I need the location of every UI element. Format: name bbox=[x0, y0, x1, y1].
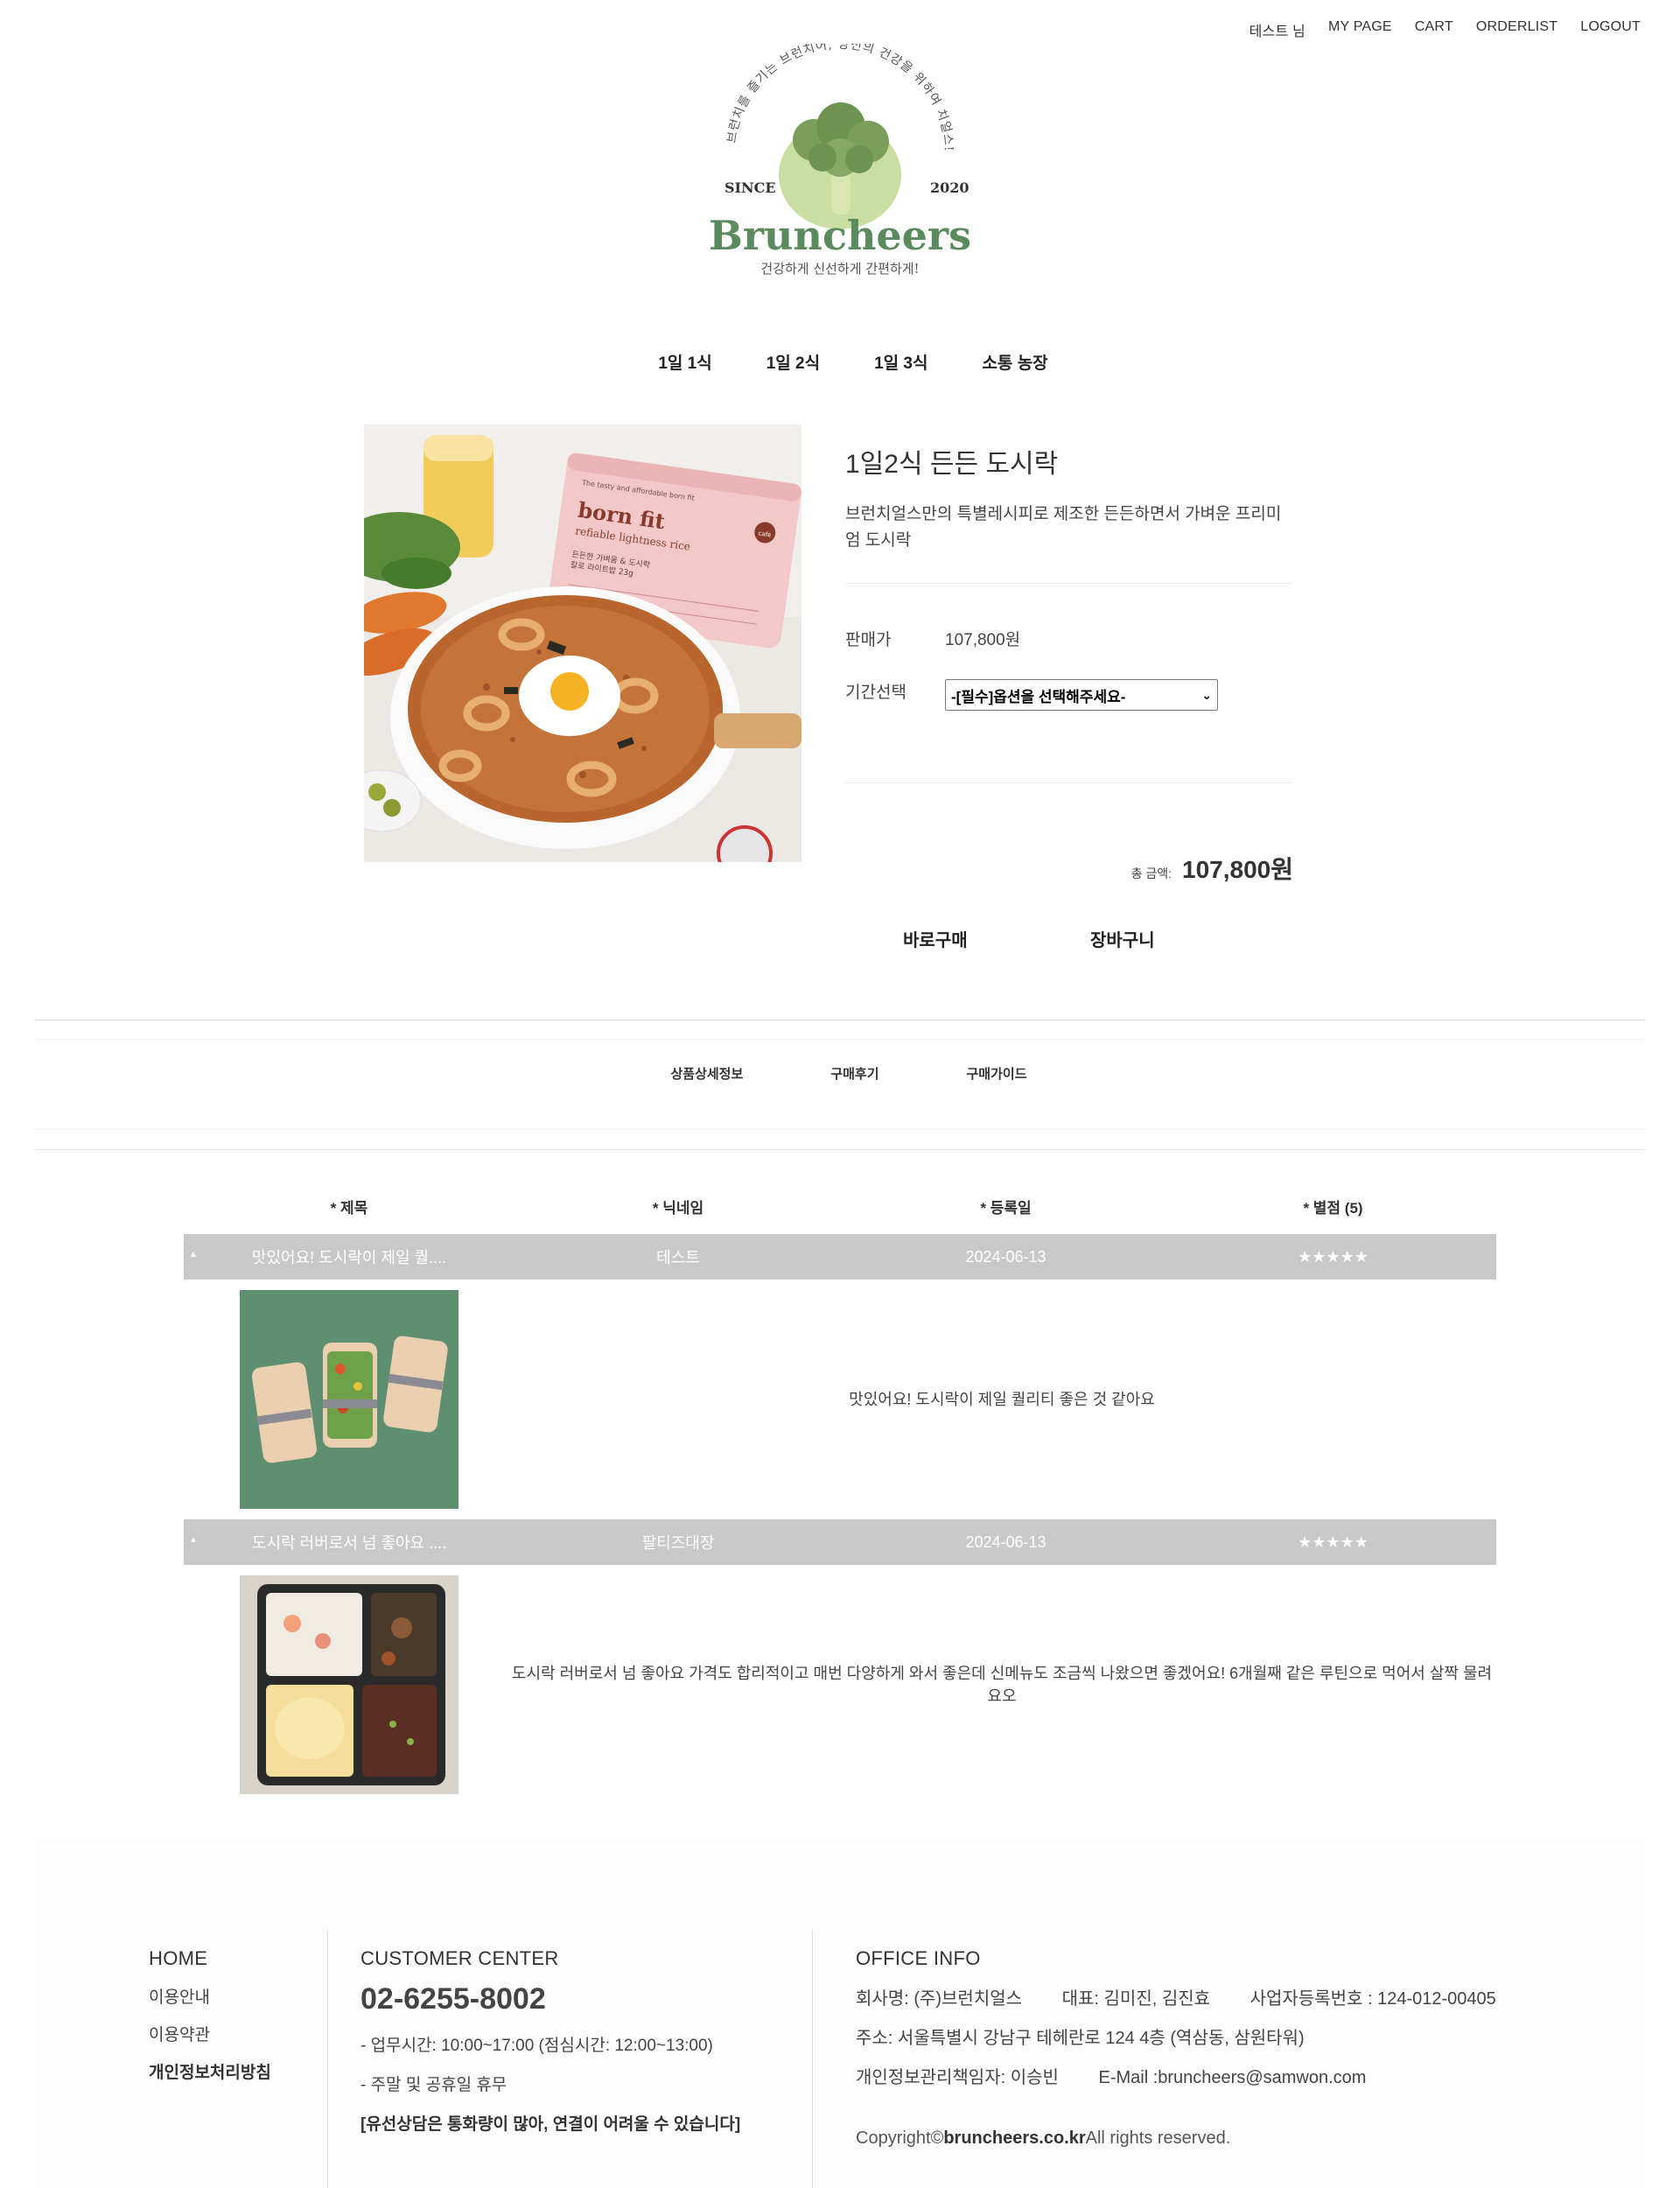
footer-email: E-Mail :bruncheers@samwon.com bbox=[1098, 2068, 1367, 2087]
divider bbox=[35, 1149, 1645, 1150]
price-value: 107,800원 bbox=[945, 631, 1021, 649]
logo-since: SINCE bbox=[724, 179, 776, 196]
header-title: * 제목 bbox=[330, 1200, 368, 1217]
footer-office-contact-line: 개인정보관리책임자: 이승빈 E-Mail :bruncheers@samwon… bbox=[856, 2063, 1531, 2088]
brand-logo[interactable]: 브런치를 즐기는 브런치어, 당신의 건강을 위하여 치얼스! SINCE 20… bbox=[674, 44, 1006, 293]
mypage-link[interactable]: MY PAGE bbox=[1328, 19, 1392, 40]
top-nav: 테스트 님 MY PAGE CART ORDERLIST LOGOUT bbox=[1250, 19, 1641, 40]
footer-link-privacy[interactable]: 개인정보처리방침 bbox=[149, 2059, 271, 2083]
logo-year: 2020 bbox=[930, 179, 970, 196]
review-body: 도시락 러버로서 넘 좋아요 가격도 합리적이고 매번 다양하게 와서 좋은데 … bbox=[184, 1575, 1496, 1794]
orderlist-link[interactable]: ORDERLIST bbox=[1476, 19, 1558, 40]
footer-content: HOME 이용안내 이용약관 개인정보처리방침 CUSTOMER CENTER … bbox=[149, 1838, 1566, 2188]
review-title: 맛있어요! 도시락이 제일 퀄.... bbox=[251, 1249, 447, 1266]
review-title: 도시락 러버로서 넘 좋아요 .... bbox=[251, 1534, 447, 1552]
user-name-link[interactable]: 테스트 님 bbox=[1250, 19, 1306, 40]
footer-cs-hours: - 업무시간: 10:00~17:00 (점심시간: 12:00~13:00) bbox=[360, 2037, 713, 2055]
divider bbox=[845, 583, 1293, 584]
footer-cs-notice: [유선상담은 통화량이 많아, 연결이 어려울 수 있습니다] bbox=[360, 2115, 741, 2134]
logo-tagline: 건강하게 신선하게 간편하게! bbox=[760, 261, 919, 277]
tab-guide[interactable]: 구매가이드 bbox=[967, 1064, 1027, 1083]
footer-copy-domain: bruncheers.co.kr bbox=[943, 2128, 1086, 2148]
total-label: 총 금액: bbox=[1130, 866, 1172, 880]
chevron-down-icon: ⌄ bbox=[1201, 687, 1212, 702]
review-content: 맛있어요! 도시락이 제일 퀄리티 좋은 것 같아요 bbox=[849, 1391, 1155, 1408]
review-photo bbox=[240, 1290, 458, 1509]
product-image: The tasty and affordable born fit born f… bbox=[364, 424, 802, 862]
collapse-triangle-icon[interactable]: ▲ bbox=[189, 1535, 198, 1545]
price-label: 판매가 bbox=[845, 631, 892, 649]
footer-cs-title: CUSTOMER CENTER bbox=[360, 1947, 559, 1969]
review-date: 2024-06-13 bbox=[965, 1532, 1046, 1551]
buy-now-button[interactable]: 바로구매 bbox=[903, 926, 968, 951]
product-description: 브런치얼스만의 특별레시피로 제조한 든든하면서 가벼운 프리미엄 도시락 bbox=[845, 505, 1282, 550]
header-nickname: * 닉네임 bbox=[652, 1200, 704, 1217]
detail-tabs: 상품상세정보 구매후기 구매가이드 bbox=[0, 1064, 1680, 1083]
collapse-triangle-icon[interactable]: ▲ bbox=[189, 1250, 198, 1259]
footer-link-guide[interactable]: 이용안내 bbox=[149, 1984, 271, 2008]
review-table-header: * 제목 * 닉네임 * 등록일 * 별점 (5) bbox=[184, 1196, 1496, 1217]
footer-customer-center: CUSTOMER CENTER 02-6255-8002 - 업무시간: 10:… bbox=[360, 1947, 740, 2135]
logo-graphic: 브런치를 즐기는 브런치어, 당신의 건강을 위하여 치얼스! SINCE 20… bbox=[709, 44, 971, 277]
review-photo bbox=[240, 1575, 458, 1794]
footer-office-company-line: 회사명: (주)브런치얼스 대표: 김미진, 김진효 사업자등록번호 : 124… bbox=[856, 1984, 1531, 2009]
footer-company: 회사명: (주)브런치얼스 bbox=[856, 1989, 1023, 2009]
divider bbox=[35, 1129, 1645, 1130]
divider bbox=[35, 1039, 1645, 1040]
add-to-cart-button[interactable]: 장바구니 bbox=[1090, 926, 1155, 951]
period-label: 기간선택 bbox=[845, 684, 906, 702]
footer-cs-phone: 02-6255-8002 bbox=[360, 1982, 546, 2016]
footer-home-title[interactable]: HOME bbox=[149, 1947, 271, 1970]
period-row: 기간선택 -[필수]옵션을 선택해주세요- ⌄ bbox=[845, 679, 1218, 711]
period-select-value: -[필수]옵션을 선택해주세요- bbox=[951, 688, 1126, 705]
total-value: 107,800원 bbox=[1182, 856, 1293, 883]
logo-brand: Bruncheers bbox=[709, 212, 971, 259]
footer-bizno: 사업자등록번호 : 124-012-00405 bbox=[1250, 1989, 1496, 2009]
review-row[interactable]: ▲ 도시락 러버로서 넘 좋아요 .... 팔티즈대장 2024-06-13 ★… bbox=[184, 1519, 1496, 1565]
category-1meal[interactable]: 1일 1식 bbox=[658, 350, 711, 374]
footer-office-title: OFFICE INFO bbox=[856, 1947, 981, 1969]
tab-reviews[interactable]: 구매후기 bbox=[830, 1064, 878, 1083]
review-content: 도시락 러버로서 넘 좋아요 가격도 합리적이고 매번 다양하게 와서 좋은데 … bbox=[511, 1665, 1493, 1705]
category-2meal[interactable]: 1일 2식 bbox=[766, 350, 820, 374]
footer-link-terms[interactable]: 이용약관 bbox=[149, 2022, 271, 2045]
category-farm[interactable]: 소통 농장 bbox=[982, 350, 1047, 374]
review-nickname: 팔티즈대장 bbox=[641, 1534, 715, 1552]
product-name: 1일2식 든든 도시락 bbox=[845, 450, 1059, 479]
review-stars: ★★★★★ bbox=[1298, 1247, 1368, 1266]
review-body: 맛있어요! 도시락이 제일 퀄리티 좋은 것 같아요 bbox=[184, 1290, 1496, 1509]
total-price: 총 금액: 107,800원 bbox=[1131, 851, 1293, 886]
footer-office-info: OFFICE INFO 회사명: (주)브런치얼스 대표: 김미진, 김진효 사… bbox=[856, 1947, 1531, 2149]
footer-copy-prefix: Copyright© bbox=[856, 2128, 944, 2148]
header-date: * 등록일 bbox=[980, 1200, 1032, 1217]
footer-cs-holiday: - 주말 및 공휴일 휴무 bbox=[360, 2076, 508, 2094]
review-date: 2024-06-13 bbox=[965, 1247, 1046, 1266]
product-info: 1일2식 든든 도시락 브런치얼스만의 특별레시피로 제조한 든든하면서 가벼운… bbox=[845, 442, 1293, 554]
header-rating: * 별점 (5) bbox=[1303, 1200, 1363, 1217]
footer-privacy-officer: 개인정보관리책임자: 이승빈 bbox=[856, 2068, 1059, 2087]
footer-address: 주소: 서울특별시 강남구 테헤란로 124 4층 (역삼동, 삼원타워) bbox=[856, 2029, 1305, 2048]
review-nickname: 테스트 bbox=[656, 1249, 700, 1266]
footer-home: HOME 이용안내 이용약관 개인정보처리방침 bbox=[149, 1947, 271, 2083]
review-stars: ★★★★★ bbox=[1298, 1532, 1368, 1551]
tab-detail[interactable]: 상품상세정보 bbox=[670, 1064, 743, 1083]
cart-link[interactable]: CART bbox=[1415, 19, 1453, 40]
footer-ceo: 대표: 김미진, 김진효 bbox=[1061, 1989, 1211, 2009]
price-row: 판매가 107,800원 bbox=[845, 627, 1020, 650]
divider bbox=[845, 782, 1293, 783]
period-select[interactable]: -[필수]옵션을 선택해주세요- ⌄ bbox=[945, 679, 1218, 711]
category-3meal[interactable]: 1일 3식 bbox=[874, 350, 928, 374]
category-menu: 1일 1식 1일 2식 1일 3식 소통 농장 bbox=[0, 350, 1680, 374]
review-row[interactable]: ▲ 맛있어요! 도시락이 제일 퀄.... 테스트 2024-06-13 ★★★… bbox=[184, 1234, 1496, 1280]
footer-copyright: Copyright©bruncheers.co.krAll rights res… bbox=[856, 2128, 1531, 2149]
logout-link[interactable]: LOGOUT bbox=[1580, 19, 1641, 40]
footer-copy-suffix: All rights reserved. bbox=[1085, 2128, 1231, 2148]
